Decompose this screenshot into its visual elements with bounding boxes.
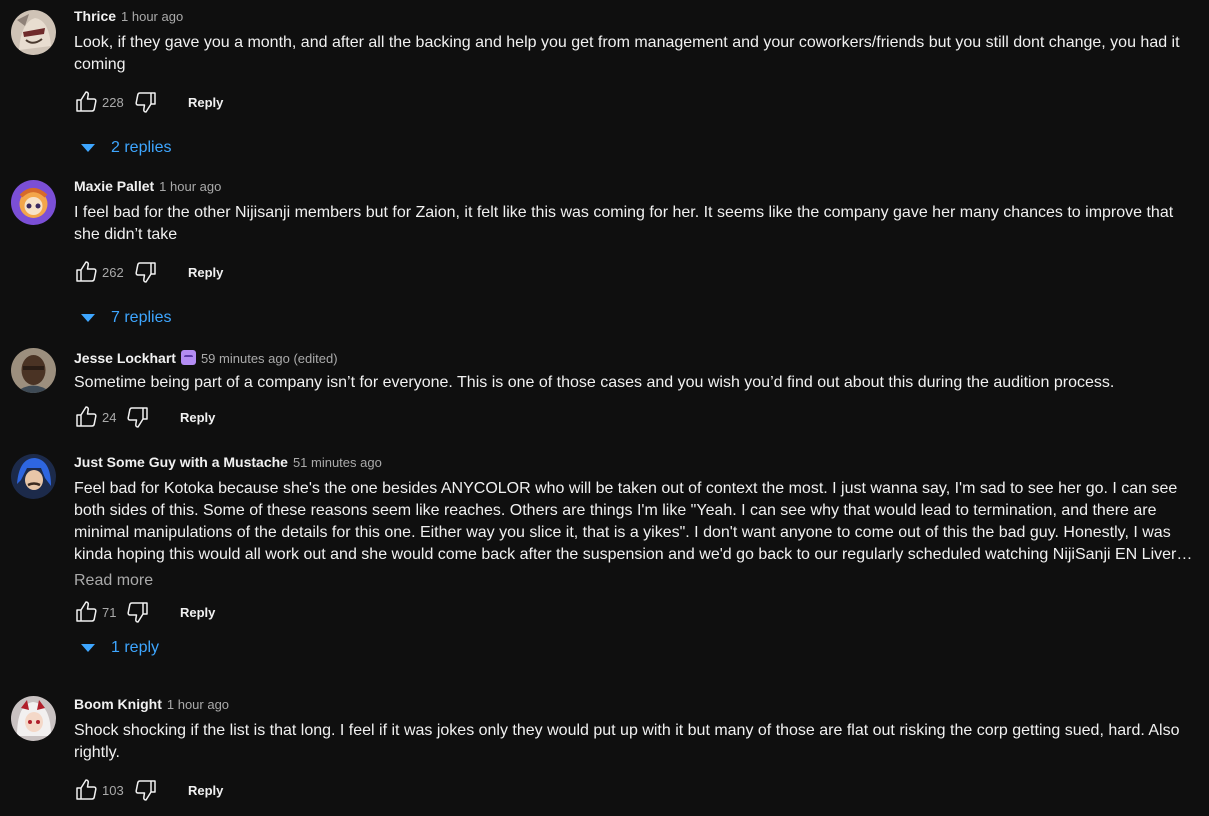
- avatar-blue-hair-character-icon: [11, 454, 56, 499]
- dislike-icon[interactable]: [126, 600, 150, 624]
- reply-button[interactable]: Reply: [180, 605, 215, 620]
- reply-button[interactable]: Reply: [188, 783, 223, 798]
- reply-button[interactable]: Reply: [188, 95, 223, 110]
- author-name[interactable]: Just Some Guy with a Mustache: [74, 454, 288, 470]
- like-icon[interactable]: [74, 778, 98, 802]
- dislike-icon[interactable]: [134, 90, 158, 114]
- view-replies-button[interactable]: 1 reply: [78, 630, 1199, 666]
- comment-text: Feel bad for Kotoka because she's the on…: [74, 480, 1185, 563]
- comment-actions: 24 Reply: [74, 401, 1199, 433]
- replies-label: 7 replies: [111, 309, 172, 326]
- comment-actions: 262 Reply: [74, 256, 1199, 288]
- comment-actions: 71 Reply: [74, 596, 1199, 628]
- like-icon[interactable]: [74, 260, 98, 284]
- avatar[interactable]: [11, 696, 56, 741]
- replies-label: 2 replies: [111, 139, 172, 156]
- comment-header: Just Some Guy with a Mustache 51 minutes…: [74, 454, 1199, 474]
- avatar-white-hair-character-icon: [11, 696, 56, 741]
- timestamp[interactable]: 1 hour ago: [167, 697, 229, 712]
- comment-body: Just Some Guy with a Mustache 51 minutes…: [74, 454, 1199, 666]
- author-name[interactable]: Boom Knight: [74, 696, 162, 712]
- author-name[interactable]: Maxie Pallet: [74, 178, 154, 194]
- like-count: 71: [102, 604, 117, 620]
- avatar[interactable]: [11, 10, 56, 55]
- timestamp[interactable]: 51 minutes ago: [293, 455, 382, 470]
- like-count: 24: [102, 409, 117, 425]
- chevron-down-icon: [81, 314, 95, 322]
- like-icon[interactable]: [74, 90, 98, 114]
- like-icon[interactable]: [74, 600, 98, 624]
- comment-header: Thrice 1 hour ago: [74, 8, 1199, 28]
- dislike-icon[interactable]: [134, 260, 158, 284]
- comment-body: Thrice 1 hour ago Look, if they gave you…: [74, 8, 1199, 166]
- avatar[interactable]: [11, 454, 56, 499]
- like-count: 262: [102, 264, 124, 280]
- like-icon[interactable]: [74, 405, 98, 429]
- avatar[interactable]: [11, 180, 56, 225]
- avatar-anime-warrior-icon: [11, 10, 56, 55]
- timestamp[interactable]: 59 minutes ago (edited): [201, 351, 338, 366]
- comment-text: Sometime being part of a company isn’t f…: [74, 374, 1115, 391]
- comment-header: Maxie Pallet 1 hour ago: [74, 178, 1199, 198]
- comment-header: Jesse Lockhart 59 minutes ago (edited): [74, 348, 1199, 368]
- like-count: 103: [102, 782, 124, 798]
- author-name[interactable]: Jesse Lockhart: [74, 350, 176, 366]
- comment-body: Boom Knight 1 hour ago Shock shocking if…: [74, 696, 1199, 806]
- comment-text: Look, if they gave you a month, and afte…: [74, 34, 1180, 73]
- comment-header: Boom Knight 1 hour ago: [74, 696, 1199, 716]
- dislike-icon[interactable]: [126, 405, 150, 429]
- read-more-button[interactable]: Read more: [74, 572, 1199, 590]
- timestamp[interactable]: 1 hour ago: [159, 179, 221, 194]
- comment-body: Jesse Lockhart 59 minutes ago (edited) S…: [74, 348, 1199, 433]
- comment-actions: 228 Reply: [74, 86, 1199, 118]
- dislike-icon[interactable]: [134, 778, 158, 802]
- chevron-down-icon: [81, 144, 95, 152]
- author-name[interactable]: Thrice: [74, 8, 116, 24]
- avatar-purple-character-icon: [11, 180, 56, 225]
- member-badge-icon: [180, 350, 196, 365]
- timestamp[interactable]: 1 hour ago: [121, 9, 183, 24]
- avatar[interactable]: [11, 348, 56, 393]
- reply-button[interactable]: Reply: [180, 410, 215, 425]
- comment-text: Shock shocking if the list is that long.…: [74, 722, 1180, 761]
- comment-actions: 103 Reply: [74, 774, 1199, 806]
- chevron-down-icon: [81, 644, 95, 652]
- comment-text: I feel bad for the other Nijisanji membe…: [74, 204, 1174, 243]
- avatar-photo-person-icon: [11, 348, 56, 393]
- replies-label: 1 reply: [111, 639, 160, 656]
- view-replies-button[interactable]: 2 replies: [78, 130, 1199, 166]
- view-replies-button[interactable]: 7 replies: [78, 300, 1199, 336]
- reply-button[interactable]: Reply: [188, 265, 223, 280]
- comment-body: Maxie Pallet 1 hour ago I feel bad for t…: [74, 178, 1199, 336]
- like-count: 228: [102, 94, 124, 110]
